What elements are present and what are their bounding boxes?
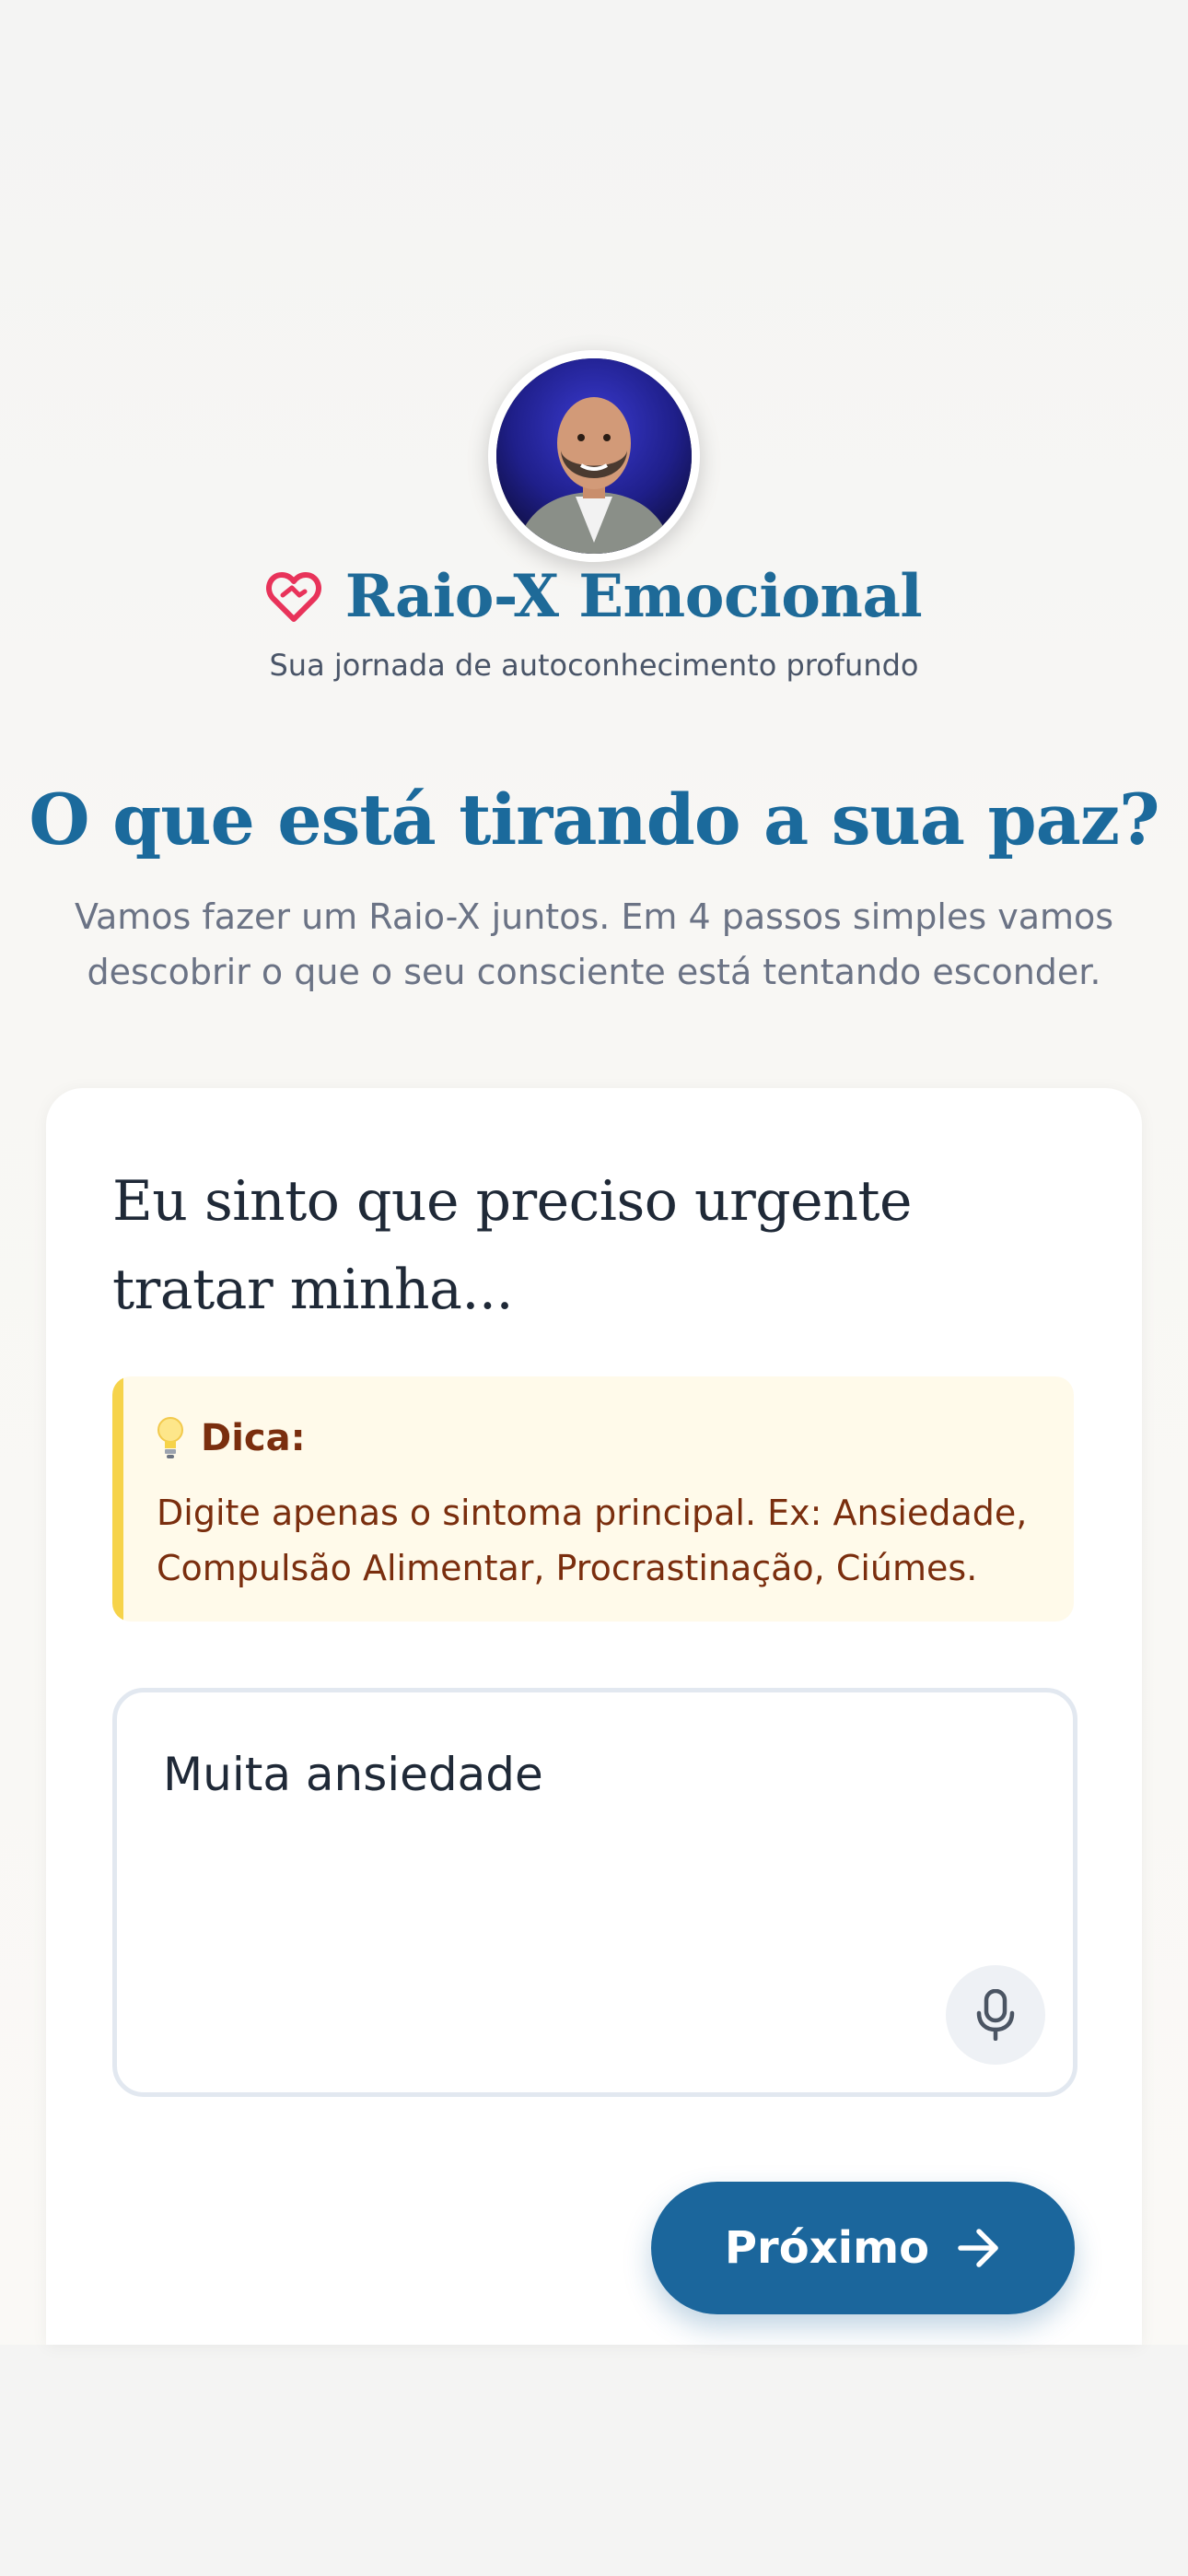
symptom-textarea-value[interactable]: Muita ansiedade: [163, 1748, 543, 1801]
microphone-icon: [976, 1989, 1015, 2041]
brand-tagline: Sua jornada de autoconhecimento profundo: [269, 648, 919, 683]
page-background: Raio-X Emocional Sua jornada de autoconh…: [0, 0, 1188, 2345]
avatar-photo: [496, 358, 692, 554]
tip-title: Dica:: [201, 1417, 306, 1459]
tip-box: Dica: Digite apenas o sintoma principal.…: [112, 1376, 1074, 1622]
page-subtitle: Vamos fazer um Raio-X juntos. Em 4 passo…: [74, 896, 1114, 992]
next-button-label: Próximo: [724, 2222, 930, 2274]
brand-header: Raio-X Emocional: [0, 562, 1188, 631]
symptom-textarea[interactable]: Muita ansiedade: [112, 1688, 1077, 2097]
tip-text: Digite apenas o sintoma principal. Ex: A…: [157, 1493, 1028, 1588]
next-button[interactable]: Próximo: [651, 2182, 1075, 2314]
arrow-right-icon: [958, 2229, 998, 2267]
voice-input-button[interactable]: [946, 1965, 1045, 2065]
question-text: Eu sinto que preciso urgente tratar minh…: [112, 1169, 912, 1322]
brand-title: Raio-X Emocional: [344, 562, 923, 631]
tip-accent-bar: [112, 1376, 123, 1622]
profile-avatar: [488, 350, 700, 562]
heart-handshake-icon: [265, 571, 321, 622]
page-headline: O que está tirando a sua paz?: [29, 779, 1159, 861]
question-card: Eu sinto que preciso urgente tratar minh…: [46, 1088, 1142, 2345]
tip-header: Dica:: [157, 1415, 306, 1461]
lightbulb-icon: [157, 1417, 183, 1458]
